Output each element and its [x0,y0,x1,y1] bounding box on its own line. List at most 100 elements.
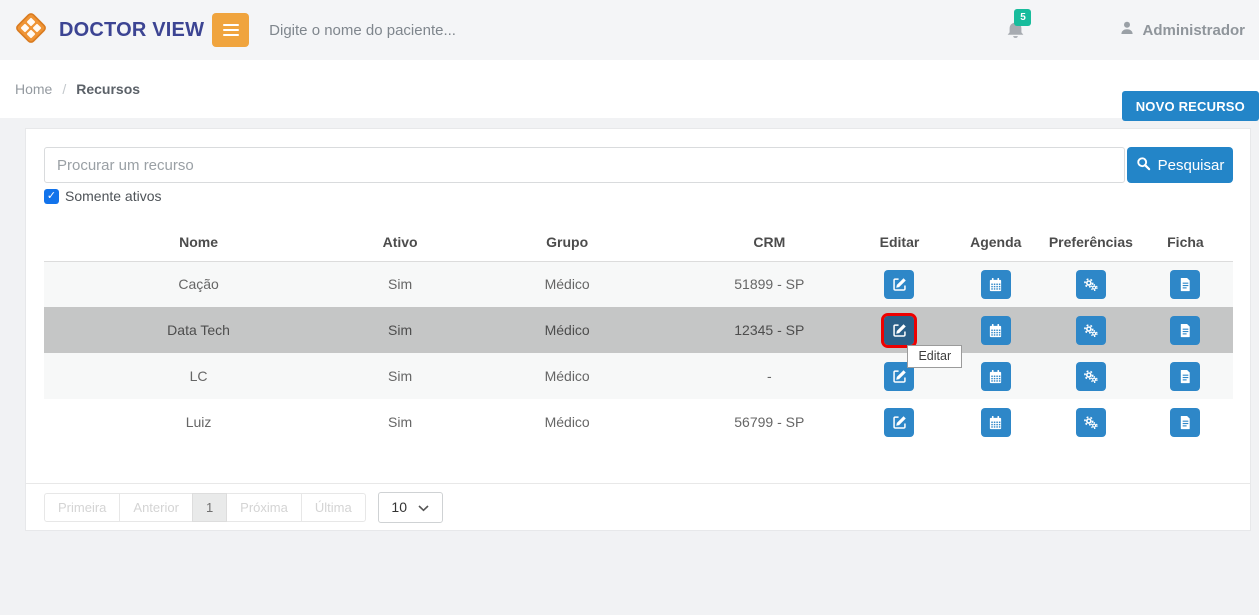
pencil-square-icon [892,415,907,430]
pagination-button-1[interactable]: 1 [192,493,227,522]
cell-crm: 51899 - SP [687,261,851,307]
cell-ficha [1138,307,1233,353]
cell-nome: Cação [44,261,353,307]
notification-badge: 5 [1014,9,1031,26]
cell-preferencias [1044,307,1138,353]
column-header-6: Agenda [948,223,1044,261]
column-header-4: CRM [687,223,851,261]
ficha-button[interactable] [1170,270,1200,299]
cogs-icon [1083,277,1098,292]
bell-icon [1005,29,1026,46]
only-active-filter[interactable]: Somente ativos [44,188,162,204]
column-header-7: Preferências [1044,223,1138,261]
user-name: Administrador [1142,22,1245,39]
cell-ficha [1138,353,1233,399]
preferences-button[interactable] [1076,316,1106,345]
app-window: DOCTOR VIEW 5 [0,0,1259,615]
pencil-square-icon [892,369,907,384]
ficha-button[interactable] [1170,362,1200,391]
checkbox-checked-icon[interactable] [44,189,59,204]
agenda-button[interactable] [981,270,1011,299]
ficha-button[interactable] [1170,316,1200,345]
user-icon [1119,20,1135,40]
cell-crm: - [687,353,851,399]
cell-grupo: Médico [447,353,687,399]
cell-ativo: Sim [353,399,447,445]
agenda-button[interactable] [981,316,1011,345]
breadcrumb-separator: / [62,81,66,97]
resources-card: Pesquisar Somente ativos NomeAtivoGrupoC… [25,128,1251,531]
page-size-value: 10 [391,499,407,515]
resource-table-body: Cação Sim Médico 51899 - SP [44,261,1233,445]
table-header-row: NomeAtivoGrupoCRMEditarAgendaPreferência… [44,223,1233,261]
chevron-down-icon [418,499,429,515]
pagination-button-próxima[interactable]: Próxima [226,493,302,522]
file-text-icon [1178,323,1193,338]
search-button[interactable]: Pesquisar [1127,147,1233,183]
notifications-button[interactable]: 5 [1005,17,1027,43]
column-header-3: Grupo [447,223,687,261]
file-text-icon [1178,369,1193,384]
app-logo: DOCTOR VIEW [12,9,204,52]
magnifier-icon [1136,156,1151,175]
only-active-label: Somente ativos [65,188,162,204]
cell-agenda [948,261,1044,307]
column-header-1: Nome [44,223,353,261]
edit-button[interactable] [884,316,914,345]
cell-nome: LC [44,353,353,399]
pencil-square-icon [892,277,907,292]
cell-editar: Editar [851,307,947,353]
cell-ativo: Sim [353,353,447,399]
agenda-button[interactable] [981,408,1011,437]
cell-editar [851,261,947,307]
preferences-button[interactable] [1076,362,1106,391]
table-row: Cação Sim Médico 51899 - SP [44,261,1233,307]
menu-toggle-button[interactable] [212,13,249,47]
cell-preferencias [1044,399,1138,445]
edit-button[interactable] [884,408,914,437]
file-text-icon [1178,277,1193,292]
cell-grupo: Médico [447,261,687,307]
user-menu[interactable]: Administrador [1119,20,1245,40]
cell-ativo: Sim [353,307,447,353]
calendar-icon [988,369,1003,384]
cogs-icon [1083,369,1098,384]
resource-search-input[interactable] [44,147,1125,183]
cell-agenda [948,399,1044,445]
calendar-icon [988,277,1003,292]
column-header-5: Editar [851,223,947,261]
cell-crm: 12345 - SP [687,307,851,353]
edit-button[interactable] [884,270,914,299]
patient-search-input[interactable] [267,21,727,40]
pagination-button-última[interactable]: Última [301,493,366,522]
cell-crm: 56799 - SP [687,399,851,445]
file-text-icon [1178,415,1193,430]
preferences-button[interactable] [1076,408,1106,437]
cell-preferencias [1044,353,1138,399]
pagination-button-anterior[interactable]: Anterior [119,493,193,522]
logo-diamond-icon [12,9,50,52]
agenda-button[interactable] [981,362,1011,391]
breadcrumb-home-link[interactable]: Home [15,81,52,97]
table-row: LC Sim Médico - [44,353,1233,399]
pagination-button-primeira[interactable]: Primeira [44,493,120,522]
resources-table: NomeAtivoGrupoCRMEditarAgendaPreferência… [44,223,1233,445]
cell-editar [851,399,947,445]
search-button-label: Pesquisar [1158,157,1225,174]
cell-nome: Data Tech [44,307,353,353]
cell-ativo: Sim [353,261,447,307]
cogs-icon [1083,323,1098,338]
column-header-2: Ativo [353,223,447,261]
cell-grupo: Médico [447,399,687,445]
top-header: DOCTOR VIEW 5 [0,0,1259,60]
cell-preferencias [1044,261,1138,307]
cell-ficha [1138,399,1233,445]
calendar-icon [988,415,1003,430]
table-row: Data Tech Sim Médico 12345 - SP Editar [44,307,1233,353]
cogs-icon [1083,415,1098,430]
new-resource-button[interactable]: NOVO RECURSO [1122,91,1259,121]
preferences-button[interactable] [1076,270,1106,299]
page-size-select[interactable]: 10 [378,492,443,523]
cell-grupo: Médico [447,307,687,353]
ficha-button[interactable] [1170,408,1200,437]
